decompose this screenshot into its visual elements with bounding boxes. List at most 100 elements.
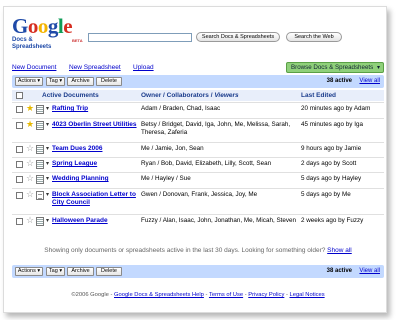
document-title-link[interactable]: Wedding Planning [52, 175, 138, 183]
privacy-link[interactable]: Privacy Policy [248, 292, 284, 298]
select-all-checkbox[interactable] [16, 92, 23, 99]
last-edited: 2 weeks ago by Fuzzy [301, 217, 364, 224]
delete-button[interactable]: Delete [96, 77, 122, 86]
help-link[interactable]: Google Docs & Spreadsheets Help [114, 292, 204, 298]
table-row: ★ ▾ Rafting Trip Adam / Braden, Chad, Isaac… [12, 102, 384, 118]
spreadsheet-icon [36, 175, 44, 184]
chevron-down-icon[interactable]: ▾ [46, 145, 49, 152]
star-icon[interactable]: ★ [26, 104, 34, 113]
row-checkbox[interactable] [16, 218, 23, 225]
document-title-link[interactable]: Team Dues 2006 [52, 145, 138, 153]
tag-menu-button[interactable]: Tag ▾ [46, 267, 65, 276]
star-icon[interactable]: ★ [26, 120, 34, 129]
chevron-down-icon: ▾ [59, 78, 63, 84]
view-all-link[interactable]: View all [359, 268, 380, 274]
row-checkbox[interactable] [16, 122, 23, 129]
chevron-down-icon[interactable]: ▾ [46, 105, 49, 112]
owner-collaborators: Betsy / Bridget, David, Iga, John, Me, M… [141, 121, 291, 136]
search-input[interactable] [88, 33, 192, 42]
new-document-link[interactable]: New Document [12, 64, 56, 71]
footer: ©2006 Google - Google Docs & Spreadsheet… [12, 292, 384, 298]
owner-collaborators: Ryan / Bob, David, Elizabeth, Lilly, Sco… [141, 160, 272, 167]
search-web-button[interactable]: Search the Web [286, 32, 342, 42]
last-edited: 45 minutes ago by Iga [301, 121, 363, 128]
star-icon[interactable]: ☆ [26, 144, 34, 153]
document-title-link[interactable]: Block Association Letter to City Council [52, 191, 138, 207]
document-title-link[interactable]: 4023 Oberlin Street Utilities [52, 121, 138, 129]
terms-link[interactable]: Terms of Use [209, 292, 243, 298]
view-all-link[interactable]: View all [359, 78, 380, 84]
last-edited: 9 hours ago by Jamie [301, 145, 362, 152]
row-checkbox[interactable] [16, 192, 23, 199]
older-docs-note: Showing only documents or spreadsheets a… [12, 247, 384, 254]
page-frame: Google Docs & Spreadsheets BETA Search D… [3, 6, 387, 313]
tag-label: Tag [48, 268, 58, 274]
star-icon[interactable]: ☆ [26, 159, 34, 168]
star-icon[interactable]: ☆ [26, 190, 34, 199]
column-header-docs[interactable]: Active Documents [42, 92, 99, 99]
action-links: New Document New Spreadsheet Upload Brow… [12, 62, 384, 74]
copyright-text: ©2006 Google - [71, 292, 114, 298]
new-spreadsheet-link[interactable]: New Spreadsheet [69, 64, 121, 71]
chevron-down-icon[interactable]: ▾ [46, 175, 49, 182]
table-header: Active Documents Owner / Collaborators /… [12, 90, 384, 101]
owner-collaborators: Fuzzy / Alan, Isaac, John, Jonathan, Me,… [141, 217, 297, 224]
older-docs-text: Showing only documents or spreadsheets a… [44, 247, 326, 254]
chevron-down-icon: ▾ [376, 65, 380, 71]
logo-letter: e [63, 14, 73, 38]
legal-link[interactable]: Legal Notices [290, 292, 325, 298]
search-docs-button[interactable]: Search Docs & Spreadsheets [196, 32, 280, 42]
logo-wordmark: Google [12, 16, 80, 37]
chevron-down-icon[interactable]: ▾ [46, 217, 49, 224]
table-row: ★ ▾ 4023 Oberlin Street Utilities Betsy / B… [12, 118, 384, 142]
document-title-link[interactable]: Spring League [52, 160, 138, 168]
actions-menu-button[interactable]: Actions ▾ [15, 267, 43, 276]
owner-collaborators: Me / Jamie, Jon, Sean [141, 145, 204, 152]
table-row: ☆ ▾ Halloween Parade Fuzzy / Alan, Isaac, J… [12, 214, 384, 240]
browse-docs-button[interactable]: Browse Docs & Spreadsheets ▾ [286, 62, 384, 73]
active-count: 38 active [326, 78, 352, 84]
document-title-link[interactable]: Rafting Trip [52, 105, 138, 113]
table-row: ☆ ▾ Spring League Ryan / Bob, David, Elizab… [12, 157, 384, 172]
column-header-owner[interactable]: Owner / Collaborators / Viewers [141, 92, 239, 99]
row-checkbox[interactable] [16, 146, 23, 153]
tag-label: Tag [48, 78, 58, 84]
spreadsheet-icon [36, 217, 44, 226]
chevron-down-icon[interactable]: ▾ [46, 121, 49, 128]
row-checkbox[interactable] [16, 176, 23, 183]
chevron-down-icon: ▾ [59, 268, 63, 274]
actions-menu-button[interactable]: Actions ▾ [15, 77, 43, 86]
owner-header-label: Owner / Collaborators / [141, 92, 215, 99]
archive-button[interactable]: Archive [67, 267, 94, 276]
archive-button[interactable]: Archive [67, 77, 94, 86]
chevron-down-icon: ▾ [37, 268, 41, 274]
browse-docs-label: Browse Docs & Spreadsheets [291, 64, 374, 71]
page-content: Google Docs & Spreadsheets BETA Search D… [8, 7, 384, 307]
logo-letter: g [47, 14, 59, 38]
column-header-edited[interactable]: Last Edited [301, 92, 336, 99]
star-icon[interactable]: ☆ [26, 174, 34, 183]
owner-collaborators: Gwen / Donovan, Frank, Jessica, Joy, Me [141, 191, 258, 198]
upload-link[interactable]: Upload [133, 64, 154, 71]
show-all-link[interactable]: Show all [327, 247, 352, 254]
google-docs-logo[interactable]: Google Docs & Spreadsheets BETA [12, 16, 83, 50]
last-edited: 5 days ago by Me [301, 191, 351, 198]
row-checkbox[interactable] [16, 161, 23, 168]
chevron-down-icon: ▾ [37, 78, 41, 84]
logo-letter: o [27, 14, 39, 38]
chevron-down-icon[interactable]: ▾ [46, 160, 49, 167]
document-title-link[interactable]: Halloween Parade [52, 217, 138, 225]
toolbar-top: Actions ▾ Tag ▾ Archive Delete 38 active… [12, 75, 384, 88]
table-row: ☆ ▾ Team Dues 2006 Me / Jamie, Jon, Sean 9 h… [12, 142, 384, 157]
actions-label: Actions [17, 78, 36, 84]
tag-menu-button[interactable]: Tag ▾ [46, 77, 65, 86]
logo-subtitle-2: Spreadsheets [12, 43, 52, 50]
spreadsheet-icon [36, 145, 44, 154]
logo-letter: G [12, 14, 28, 38]
logo-letter: o [37, 14, 49, 38]
star-icon[interactable]: ☆ [26, 216, 34, 225]
chevron-down-icon[interactable]: ▾ [46, 191, 49, 198]
row-checkbox[interactable] [16, 106, 23, 113]
delete-button[interactable]: Delete [96, 267, 122, 276]
owner-collaborators: Me / Hayley / Sue [141, 175, 191, 182]
